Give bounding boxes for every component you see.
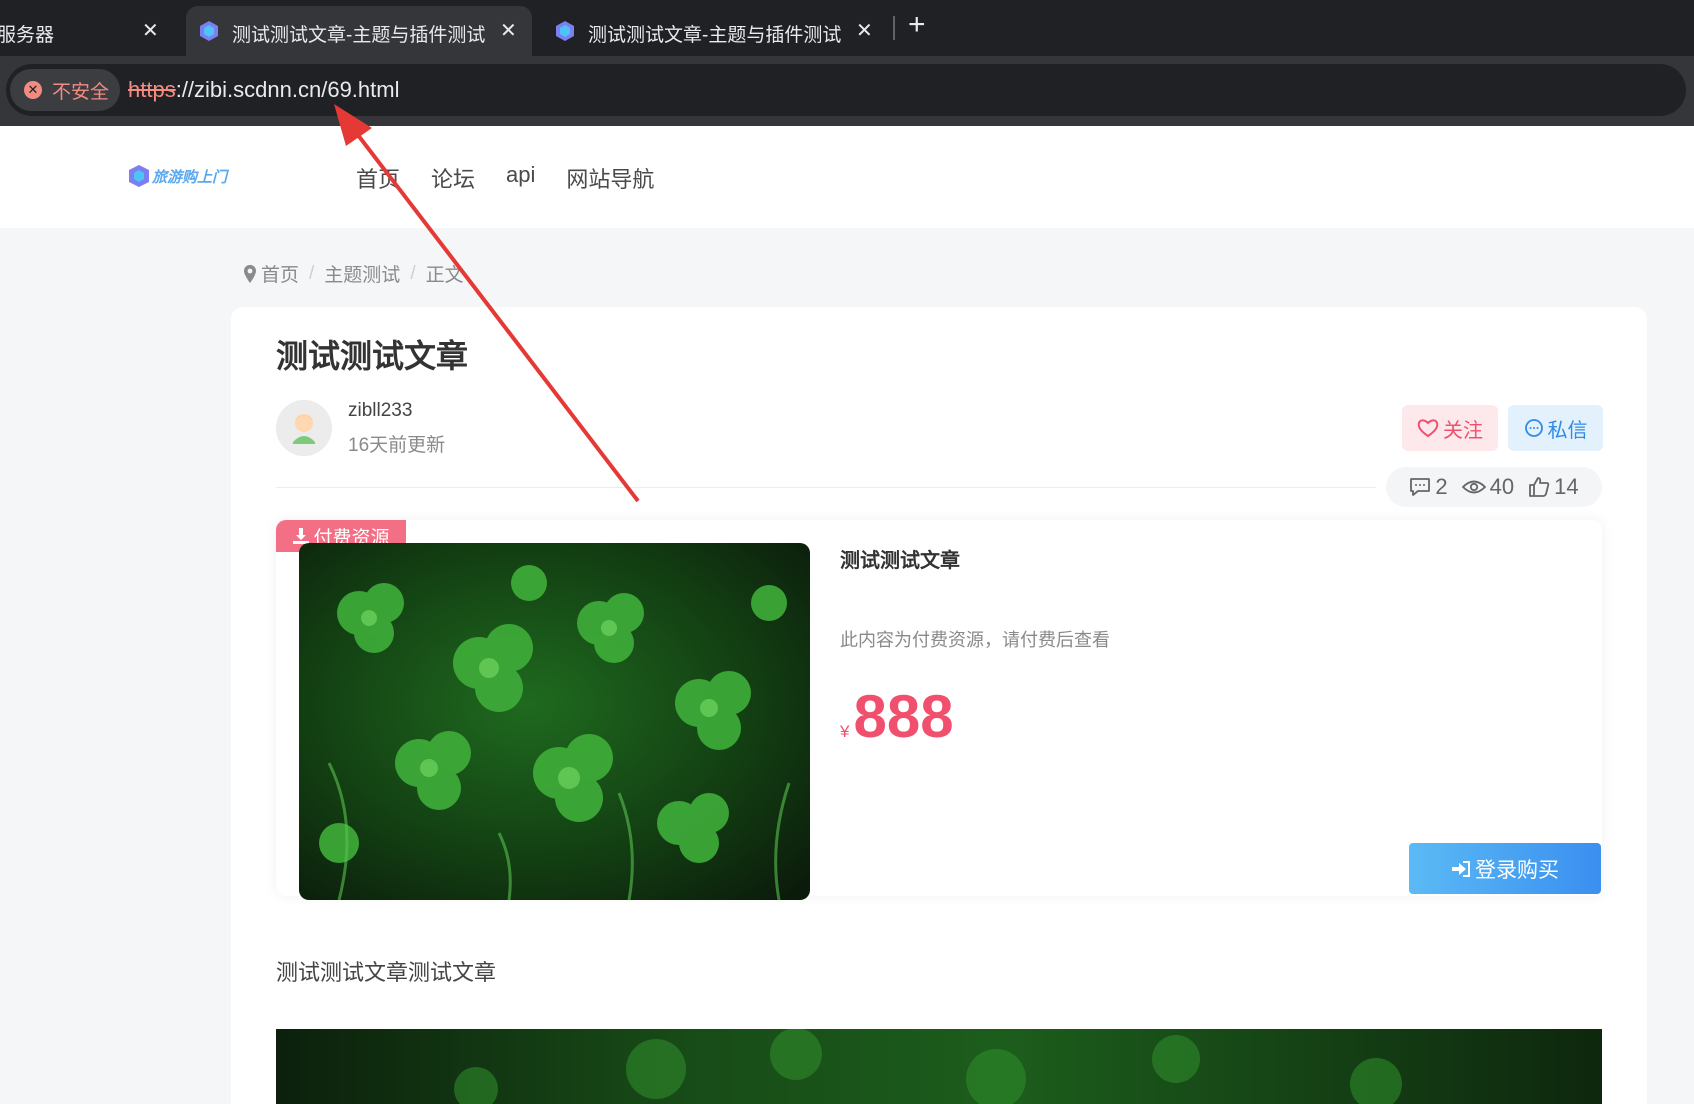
security-chip[interactable]: ✕ 不安全 xyxy=(10,69,120,111)
sign-in-icon xyxy=(1452,860,1470,877)
breadcrumb-separator: / xyxy=(410,262,416,284)
price: ¥ 888 xyxy=(840,682,954,751)
post-content-image xyxy=(276,1029,1602,1104)
nav-item-site-nav[interactable]: 网站导航 xyxy=(566,162,654,194)
comment-count-value: 2 xyxy=(1435,474,1448,499)
buy-label: 登录购买 xyxy=(1475,858,1559,882)
post-body-text: 测试测试文章测试文章 xyxy=(276,960,497,985)
url-path: ://zibi.scdnn.cn/69.html xyxy=(175,77,400,102)
paid-resource-title: 测试测试文章 xyxy=(840,550,960,572)
main-nav: 首页 论坛 api 网站导航 xyxy=(356,162,685,194)
breadcrumb-separator: / xyxy=(309,262,315,284)
logo-cube-icon xyxy=(129,165,149,187)
breadcrumb: 首页 / 主题测试 / 正文 xyxy=(242,260,464,287)
address-bar: ✕ 不安全 https://zibi.scdnn.cn/69.html xyxy=(0,56,1694,126)
comment-count[interactable]: 2 xyxy=(1409,474,1448,500)
message-button[interactable]: 私信 xyxy=(1508,405,1603,451)
author-name[interactable]: zibll233 xyxy=(348,400,412,422)
tab-title: 服务器 xyxy=(0,25,55,46)
tab-title: 测试测试文章-主题与插件测试 xyxy=(232,25,486,46)
tab-close-icon[interactable]: ✕ xyxy=(142,18,159,43)
site-favicon-icon xyxy=(200,21,218,41)
view-count: 40 xyxy=(1461,474,1515,500)
breadcrumb-current: 正文 xyxy=(425,265,464,286)
location-pin-icon xyxy=(244,264,256,283)
post-stats: 2 40 14 xyxy=(1386,467,1602,507)
new-tab-button[interactable]: + xyxy=(908,10,926,40)
author-avatar[interactable] xyxy=(276,400,332,456)
avatar-illustration-icon xyxy=(276,400,332,456)
logo-text: 旅游购上门 xyxy=(152,169,228,186)
login-buy-button[interactable]: 登录购买 xyxy=(1409,843,1601,894)
paid-resource-box: 付费资源 测试测试文章 此内容为付费资源，请付费后查看 ¥ 888 登录购买 xyxy=(276,520,1602,900)
header-divider xyxy=(276,487,1376,488)
tab-article[interactable]: 测试测试文章-主题与插件测试 ✕ xyxy=(538,6,888,56)
tab-close-icon[interactable]: ✕ xyxy=(500,18,517,43)
follow-button[interactable]: 关注 xyxy=(1402,405,1498,451)
chat-bubble-icon xyxy=(1524,419,1543,437)
price-value: 888 xyxy=(853,683,954,750)
tab-separator xyxy=(893,16,895,40)
eye-icon xyxy=(1461,480,1486,494)
url-text[interactable]: https://zibi.scdnn.cn/69.html xyxy=(128,77,399,103)
nav-item-home[interactable]: 首页 xyxy=(356,162,400,194)
url-scheme: https xyxy=(128,77,176,102)
breadcrumb-home[interactable]: 首页 xyxy=(261,260,299,287)
tab-close-icon[interactable]: ✕ xyxy=(856,18,873,43)
post-title: 测试测试文章 xyxy=(276,338,469,374)
clover-banner-photo xyxy=(276,1029,1602,1104)
like-count-value: 14 xyxy=(1554,474,1579,499)
nav-item-api[interactable]: api xyxy=(506,162,535,194)
tab-title: 测试测试文章-主题与插件测试 xyxy=(588,25,842,46)
thumbs-up-icon xyxy=(1529,477,1550,497)
article-card: 测试测试文章 zibll233 16天前更新 关注 私信 2 40 14 付费资… xyxy=(231,307,1647,1104)
site-favicon-icon xyxy=(556,21,574,41)
heart-icon xyxy=(1417,419,1439,438)
breadcrumb-category[interactable]: 主题测试 xyxy=(324,260,400,287)
paid-resource-description: 此内容为付费资源，请付费后查看 xyxy=(840,630,1110,650)
site-logo[interactable]: 旅游购上门 xyxy=(128,162,232,192)
omnibox[interactable]: ✕ 不安全 https://zibi.scdnn.cn/69.html xyxy=(6,64,1686,116)
tab-server[interactable]: 服务器 ✕ xyxy=(0,6,180,56)
site-header: 旅游购上门 首页 论坛 api 网站导航 xyxy=(0,126,1694,228)
author-updated: 16天前更新 xyxy=(348,435,446,456)
follow-label: 关注 xyxy=(1443,419,1483,442)
nav-item-forum[interactable]: 论坛 xyxy=(431,162,475,194)
comment-icon xyxy=(1410,478,1431,496)
like-count[interactable]: 14 xyxy=(1528,474,1579,500)
security-label: 不安全 xyxy=(52,81,110,103)
currency-symbol: ¥ xyxy=(840,722,850,741)
tab-active-article[interactable]: 测试测试文章-主题与插件测试 ✕ xyxy=(186,6,532,56)
browser-tab-strip: 服务器 ✕ 测试测试文章-主题与插件测试 ✕ 测试测试文章-主题与插件测试 ✕ … xyxy=(0,0,1694,56)
paid-resource-image xyxy=(299,543,810,900)
clover-photo xyxy=(299,543,810,900)
view-count-value: 40 xyxy=(1489,474,1515,499)
insecure-warning-icon: ✕ xyxy=(24,81,42,99)
message-label: 私信 xyxy=(1547,419,1588,442)
